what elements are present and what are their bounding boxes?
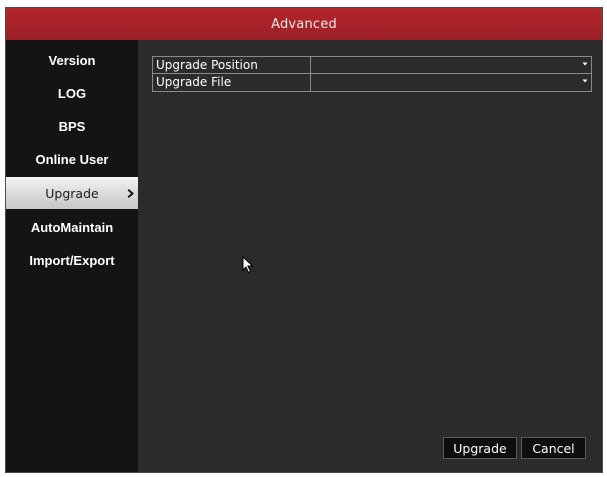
upgrade-position-row: Upgrade Position (153, 57, 591, 74)
dropdown-arrow-icon (582, 79, 588, 83)
sidebar-item-label: Version (48, 52, 96, 68)
upgrade-button[interactable]: Upgrade (443, 437, 517, 459)
upgrade-file-select[interactable] (311, 74, 591, 91)
cancel-button[interactable]: Cancel (521, 437, 586, 459)
sidebar-item-label: Online User (35, 151, 109, 167)
advanced-dialog: Advanced Version LOG BPS Online User Upg… (5, 7, 603, 473)
sidebar-item-label: Upgrade (45, 185, 99, 201)
sidebar-item-label: LOG (57, 85, 87, 101)
upgrade-position-label: Upgrade Position (153, 57, 311, 73)
sidebar-item-upgrade[interactable]: Upgrade (6, 177, 138, 209)
upgrade-settings-table: Upgrade Position Upgrade File (152, 56, 592, 92)
upgrade-panel: Upgrade Position Upgrade File (138, 40, 602, 472)
sidebar-item-version[interactable]: Version (6, 44, 138, 76)
mouse-cursor-icon (242, 256, 254, 274)
sidebar-item-bps[interactable]: BPS (6, 110, 138, 142)
sidebar-item-label: AutoMaintain (30, 219, 114, 235)
upgrade-file-label: Upgrade File (153, 74, 311, 91)
dialog-title: Advanced (271, 16, 337, 32)
sidebar-item-import-export[interactable]: Import/Export (6, 244, 138, 276)
sidebar-item-online-user[interactable]: Online User (6, 143, 138, 175)
sidebar-item-log[interactable]: LOG (6, 77, 138, 109)
sidebar-item-automaintain[interactable]: AutoMaintain (6, 211, 138, 243)
sidebar-item-label: BPS (58, 118, 86, 134)
upgrade-position-select[interactable] (311, 57, 591, 73)
upgrade-file-row: Upgrade File (153, 74, 591, 91)
sidebar: Version LOG BPS Online User Upgrade Auto… (6, 40, 138, 472)
sidebar-item-label: Import/Export (29, 252, 115, 268)
chevron-right-icon (127, 177, 134, 209)
dropdown-arrow-icon (582, 62, 588, 66)
title-bar: Advanced (6, 8, 602, 40)
